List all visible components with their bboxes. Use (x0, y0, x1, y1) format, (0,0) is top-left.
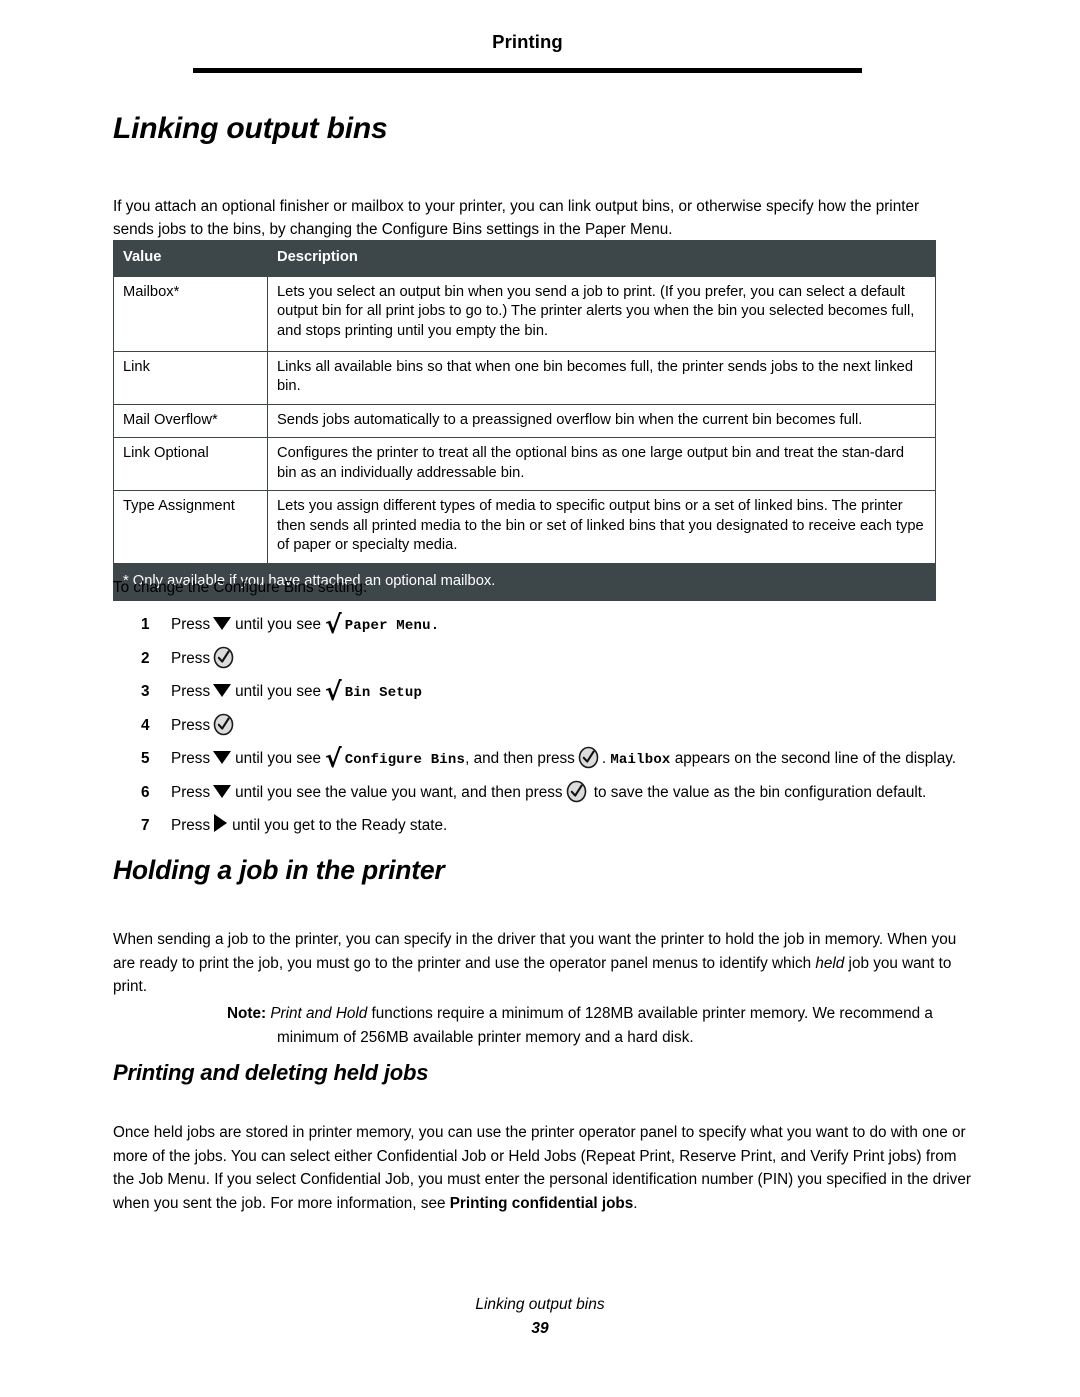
running-header: Printing (492, 31, 563, 52)
press-label: Press (171, 650, 211, 667)
down-arrow-icon (213, 617, 232, 630)
configure-bins-table: Value Description Mailbox* Lets you sele… (113, 240, 936, 601)
intro-paragraph: If you attach an optional finisher or ma… (113, 198, 920, 239)
procedure-lead-in: To change the Configure Bins setting: (113, 579, 368, 596)
note-text: functions require a minimum of 128MB ava… (277, 1005, 933, 1046)
step-number: 1 (141, 616, 150, 633)
step-tail-text: to save the value as the bin configurati… (593, 784, 927, 801)
step-number: 5 (141, 750, 150, 767)
step-body: Press until you get to the Ready state. (171, 814, 448, 834)
note-block: Note: Print and Hold functions require a… (227, 1002, 957, 1049)
press-label: Press (171, 616, 211, 633)
table-row: Mailbox* Lets you select an output bin w… (113, 275, 936, 352)
right-arrow-icon (214, 814, 228, 832)
step-mid-text: until you see (235, 616, 321, 633)
menu-text: Paper Menu. (344, 618, 440, 634)
down-arrow-icon (213, 751, 232, 764)
step-body: Press until you see √ Paper Menu. (171, 610, 440, 639)
press-label: Press (171, 750, 211, 767)
footer-page-number: 39 (531, 1320, 549, 1337)
step-mid-text: until you see the value you want, and th… (235, 784, 563, 801)
step-4: 4 Press (141, 712, 981, 740)
column-header-description: Description (267, 240, 936, 277)
step-tail-text: until you get to the Ready state. (232, 817, 448, 834)
press-label: Press (171, 717, 211, 734)
cell-description: Sends jobs automatically to a preassigne… (267, 403, 936, 438)
select-button-icon (213, 713, 234, 736)
cell-value: Type Assignment (113, 490, 268, 564)
menu-text-2: Mailbox (610, 752, 671, 768)
step-1: 1 Press until you see √ Paper Menu. (141, 611, 981, 640)
cell-description: Links all available bins so that when on… (267, 350, 936, 405)
step-tail-text: appears on the second line of the displa… (674, 750, 956, 767)
step-body: Press (171, 646, 237, 669)
table-row: Mail Overflow* Sends jobs automatically … (113, 403, 936, 438)
paragraph-italic-held: held (815, 954, 845, 972)
note-italic-print-and-hold: Print and Hold (270, 1005, 368, 1023)
held-jobs-bold-link: Printing confidential jobs (449, 1194, 634, 1212)
document-page: Printing Linking output bins If you atta… (0, 0, 1080, 1397)
step-number: 6 (141, 784, 150, 801)
cell-description: Lets you assign different types of media… (267, 490, 936, 564)
step-mid-text: until you see (235, 683, 321, 700)
select-button-icon (213, 646, 234, 669)
down-arrow-icon (213, 684, 232, 697)
cell-description: Configures the printer to treat all the … (267, 437, 936, 491)
cell-description: Lets you select an output bin when you s… (267, 275, 936, 352)
step-number: 3 (141, 683, 150, 700)
cell-value: Link (113, 350, 268, 405)
step-5: 5 Press until you see √ Configure Bins, and… (141, 745, 981, 774)
procedure-steps: 1 Press until you see √ Paper Menu. 2 Press… (141, 611, 981, 845)
step-6: 6 Press until you see the value you want,… (141, 779, 981, 807)
note-label: Note: (227, 1005, 267, 1023)
step-7: 7 Press until you get to the Ready state. (141, 812, 981, 840)
column-header-value: Value (113, 240, 268, 277)
down-arrow-icon (213, 785, 232, 798)
step-text-after-icon: . (601, 750, 607, 767)
select-button-icon (566, 780, 587, 803)
press-label: Press (171, 784, 211, 801)
footer-title: Linking output bins (475, 1296, 605, 1313)
subsection-title-held-jobs: Printing and deleting held jobs (113, 1060, 429, 1085)
cell-value: Mail Overflow* (113, 403, 268, 438)
step-body: Press until you see √ Bin Setup (171, 677, 423, 706)
step-body: Press (171, 713, 237, 736)
table-row: Link Links all available bins so that wh… (113, 350, 936, 405)
step-body: Press until you see the value you want, a… (171, 780, 927, 803)
table-row: Type Assignment Lets you assign differen… (113, 490, 936, 564)
press-label: Press (171, 817, 211, 834)
cell-value: Link Optional (113, 437, 268, 491)
menu-text: Bin Setup (344, 685, 423, 701)
held-jobs-text-end: . (633, 1194, 638, 1212)
section-title-holding-job: Holding a job in the printer (113, 855, 445, 885)
step-body: Press until you see √ Configure Bins, and t… (171, 744, 956, 773)
step-3: 3 Press until you see √ Bin Setup (141, 678, 981, 707)
table-header-row: Value Description (113, 240, 936, 277)
step-text-after-menu: , and then press (465, 750, 575, 767)
held-jobs-paragraph: Once held jobs are stored in printer mem… (113, 1121, 975, 1215)
header-rule (193, 68, 862, 73)
cell-value: Mailbox* (113, 275, 268, 352)
table-row: Link Optional Configures the printer to … (113, 437, 936, 491)
page-title: Linking output bins (113, 112, 388, 145)
holding-job-paragraph: When sending a job to the printer, you c… (113, 928, 968, 999)
select-button-icon (578, 746, 599, 769)
step-number: 4 (141, 717, 150, 734)
step-number: 7 (141, 817, 150, 834)
step-2: 2 Press (141, 645, 981, 673)
step-mid-text: until you see (235, 750, 321, 767)
menu-text: Configure Bins (344, 752, 466, 768)
step-number: 2 (141, 650, 150, 667)
press-label: Press (171, 683, 211, 700)
